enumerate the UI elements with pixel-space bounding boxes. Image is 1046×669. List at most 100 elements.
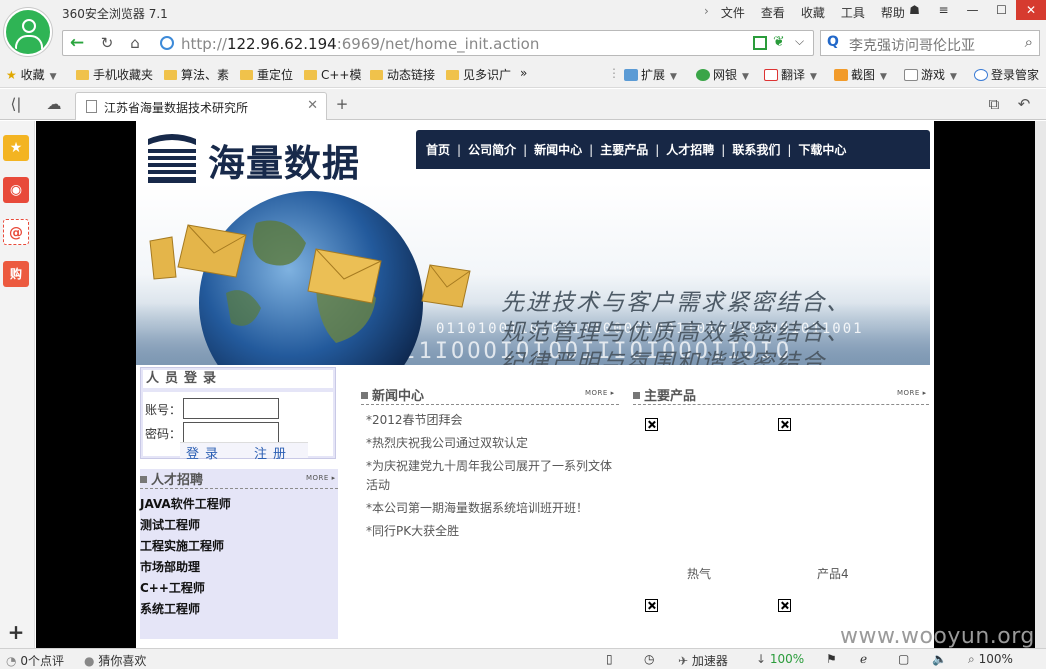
bookmark-item[interactable]: C++模	[304, 66, 362, 83]
menu-icon[interactable]: ≡	[929, 0, 958, 20]
nav-about[interactable]: 公司简介	[468, 141, 516, 158]
close-button[interactable]: ✕	[1016, 0, 1046, 20]
extension-button[interactable]: 扩展 ▼	[624, 66, 677, 83]
bank-button[interactable]: 网银 ▼	[696, 66, 749, 83]
mail-icon[interactable]: @	[3, 219, 29, 245]
cloud-icon[interactable]: ☁	[42, 93, 66, 115]
broken-image-icon[interactable]	[778, 418, 791, 431]
slogan-line-3: 纪律严明与氛围和谐紧密结合	[501, 350, 826, 365]
products-more-link[interactable]: MORE ▸	[897, 389, 927, 397]
nav-separator: |	[523, 142, 528, 157]
bookmark-overflow[interactable]: »	[520, 66, 527, 80]
bookmark-favorites[interactable]: ★ 收藏 ▼	[6, 66, 57, 83]
reload-icon[interactable]: ↻	[95, 31, 119, 55]
minimize-button[interactable]: —	[958, 0, 987, 20]
vertical-scrollbar[interactable]	[1035, 121, 1046, 648]
sidebar-toggle-icon[interactable]: ⟨|	[4, 93, 28, 115]
menu-view[interactable]: 查看	[753, 4, 793, 21]
nav-contact[interactable]: 联系我们	[732, 141, 780, 158]
comments-status[interactable]: ◔ 0个点评	[6, 652, 64, 669]
shopping-icon[interactable]: 购	[3, 261, 29, 287]
search-placeholder[interactable]: 李克强访问哥伦比亚	[849, 35, 975, 55]
broken-image-icon[interactable]	[778, 599, 791, 612]
maximize-button[interactable]: ☐	[987, 0, 1016, 20]
speed-dial-icon[interactable]: ◷	[644, 652, 654, 666]
list-item[interactable]: *本公司第一期海量数据系统培训班开班！	[366, 499, 616, 518]
tab-list-icon[interactable]: ⧉	[982, 93, 1006, 115]
nav-home[interactable]: 首页	[426, 141, 450, 158]
list-item[interactable]: *同行PK大获全胜	[366, 522, 616, 541]
chevron-down-icon[interactable]: ⌵	[795, 34, 804, 49]
company-logo-text: 海量数据	[208, 141, 360, 185]
volume-icon[interactable]: 🔈	[932, 652, 947, 666]
home-icon[interactable]: ⌂	[123, 31, 147, 55]
tab-active[interactable]: 江苏省海量数据技术研究所 ✕	[75, 92, 327, 120]
login-panel: 人员登录 账号： 密码： 登录 注册	[140, 367, 336, 462]
broken-image-icon[interactable]	[645, 599, 658, 612]
list-item[interactable]: JAVA软件工程师	[140, 494, 231, 515]
new-tab-icon[interactable]: +	[330, 93, 354, 115]
nav-separator: |	[457, 142, 462, 157]
news-more-link[interactable]: MORE ▸	[585, 389, 615, 397]
user-avatar-icon[interactable]	[4, 8, 52, 56]
bookmark-item[interactable]: 算法、素	[164, 66, 229, 83]
nav-jobs[interactable]: 人才招聘	[666, 141, 714, 158]
undo-close-icon[interactable]: ↶	[1012, 93, 1036, 115]
url-field[interactable]: ← ↻ ⌂ http://122.96.62.194:6969/net/home…	[62, 30, 814, 56]
ie-mode-icon[interactable]: ℯ	[860, 652, 867, 666]
password-input[interactable]	[183, 422, 279, 443]
mobile-icon[interactable]: ▯	[606, 652, 613, 666]
list-item[interactable]: 工程实施工程师	[140, 536, 231, 557]
games-button[interactable]: 游戏 ▼	[904, 66, 957, 83]
speed-mode-icon[interactable]: ❦	[773, 34, 785, 50]
news-title: 新闻中心	[372, 389, 425, 404]
bookmark-item[interactable]: 动态链接	[370, 66, 435, 83]
login-manager-button[interactable]: 登录管家	[974, 66, 1039, 83]
nav-download[interactable]: 下载中心	[798, 141, 846, 158]
list-item[interactable]: *热烈庆祝我公司通过双软认定	[366, 434, 616, 453]
product-label[interactable]: 热气	[687, 565, 711, 582]
list-item[interactable]: 测试工程师	[140, 515, 231, 536]
jobs-more-link[interactable]: MORE ▸	[306, 474, 336, 482]
bookmark-item[interactable]: 手机收藏夹	[76, 66, 153, 83]
nav-news[interactable]: 新闻中心	[534, 141, 582, 158]
menu-file[interactable]: 文件	[713, 4, 753, 21]
search-field[interactable]: Q 李克强访问哥伦比亚 ⌕	[820, 30, 1040, 56]
qr-code-icon[interactable]	[753, 36, 767, 50]
window-icon[interactable]: ▢	[898, 652, 909, 666]
url-text[interactable]: http://122.96.62.194:6969/net/home_init.…	[181, 35, 539, 53]
browser-titlebar: 360安全浏览器 7.1 › 文件 查看 收藏 工具 帮助 ☗ ≡ — ☐ ✕	[0, 0, 1046, 26]
list-item[interactable]: 系统工程师	[140, 599, 231, 620]
search-engine-icon[interactable]: Q	[827, 34, 839, 50]
menu-tools[interactable]: 工具	[833, 4, 873, 21]
broken-image-icon[interactable]	[645, 418, 658, 431]
login-button[interactable]: 登录	[186, 443, 224, 462]
register-button[interactable]: 注册	[254, 443, 292, 462]
list-item[interactable]: 市场部助理	[140, 557, 231, 578]
nav-products[interactable]: 主要产品	[600, 141, 648, 158]
bookmark-item[interactable]: 重定位	[240, 66, 293, 83]
guess-you-like[interactable]: ● 猜你喜欢	[84, 652, 146, 669]
bookmark-item[interactable]: 见多识广	[446, 66, 511, 83]
product-label[interactable]: 产品4	[817, 565, 849, 582]
screenshot-button[interactable]: 截图 ▼	[834, 66, 887, 83]
translate-button[interactable]: 翻译 ▼	[764, 66, 817, 83]
nav-separator: |	[787, 142, 792, 157]
close-tab-icon[interactable]: ✕	[307, 98, 318, 113]
zoom-control[interactable]: ⌕ 100%	[968, 652, 1013, 667]
back-arrow-icon[interactable]: ←	[63, 31, 91, 55]
account-input[interactable]	[183, 398, 279, 419]
list-item[interactable]: *2012春节团拜会	[366, 411, 616, 430]
accelerator-button[interactable]: ✈ 加速器	[678, 652, 728, 669]
list-item[interactable]: C++工程师	[140, 578, 231, 599]
favorites-star-icon[interactable]: ★	[3, 135, 29, 161]
menu-chevron-icon[interactable]: ›	[700, 4, 713, 21]
menu-favorites[interactable]: 收藏	[793, 4, 833, 21]
download-status[interactable]: ↓ 100%	[756, 652, 804, 666]
skin-icon[interactable]: ☗	[900, 0, 929, 20]
list-item[interactable]: *为庆祝建党九十周年我公司展开了一系列文体活动	[366, 457, 616, 495]
flag-icon[interactable]: ⚑	[826, 652, 837, 666]
add-sidebar-icon[interactable]: +	[3, 619, 29, 645]
search-icon[interactable]: ⌕	[1025, 33, 1033, 51]
weibo-icon[interactable]: ◉	[3, 177, 29, 203]
